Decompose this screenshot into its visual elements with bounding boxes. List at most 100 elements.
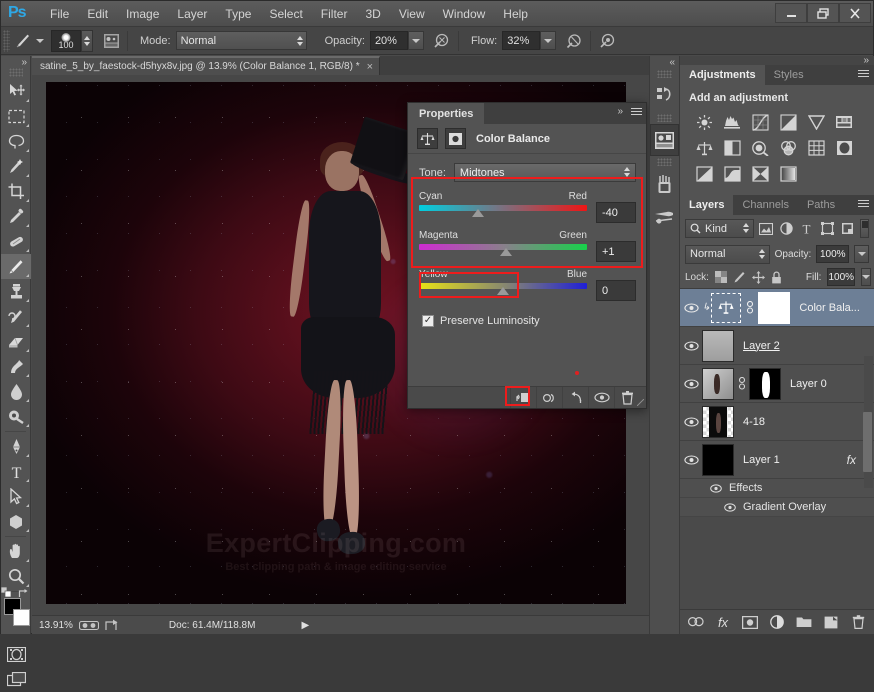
share-icon[interactable] <box>105 619 119 631</box>
slider-handle-cyan-red[interactable] <box>472 209 484 217</box>
adjustment-thumbnail[interactable] <box>711 293 741 323</box>
menu-type[interactable]: Type <box>216 1 260 27</box>
tab-channels[interactable]: Channels <box>733 195 797 215</box>
brush-size-stepper[interactable] <box>81 30 93 52</box>
close-button[interactable] <box>839 3 871 23</box>
layer-name[interactable]: Layer 0 <box>790 378 827 390</box>
tab-adjustments[interactable]: Adjustments <box>680 65 765 85</box>
threshold-icon[interactable] <box>720 162 744 186</box>
dodge-tool[interactable] <box>1 404 31 429</box>
flow-input[interactable]: 32% <box>502 31 540 50</box>
menu-window[interactable]: Window <box>434 1 495 27</box>
layer-name[interactable]: Layer 1 <box>743 454 780 466</box>
slider-value-yellow-blue[interactable]: 0 <box>596 280 636 301</box>
delete-layer-button[interactable] <box>849 613 867 631</box>
link-layers-button[interactable] <box>687 613 705 631</box>
layer-visibility-toggle[interactable] <box>680 455 702 465</box>
slider-value-cyan-red[interactable]: -40 <box>596 202 636 223</box>
panel-menu-icon[interactable] <box>631 108 642 115</box>
layers-panel-menu-icon[interactable] <box>858 200 869 207</box>
close-tab-icon[interactable]: × <box>367 61 373 73</box>
tab-properties[interactable]: Properties <box>408 103 484 124</box>
tone-select[interactable]: Midtones <box>454 163 636 182</box>
dock-collapse-button[interactable]: « <box>650 56 679 68</box>
menu-select[interactable]: Select <box>260 1 311 27</box>
tool-presets-panel-icon[interactable] <box>650 200 679 232</box>
adjustments-panel-menu-icon[interactable] <box>858 70 869 77</box>
link-mask-icon[interactable] <box>735 377 748 390</box>
filter-adjustment-icon[interactable] <box>778 219 794 238</box>
slider-track-yellow-blue[interactable] <box>419 283 587 289</box>
quick-selection-tool[interactable] <box>1 154 31 179</box>
fill-value[interactable]: 100% <box>827 268 855 286</box>
table-row[interactable]: Layer 2 <box>680 327 874 365</box>
list-item[interactable]: Effects <box>680 479 874 498</box>
path-selection-tool[interactable] <box>1 484 31 509</box>
photo-filter-icon[interactable] <box>748 136 772 160</box>
history-panel-icon[interactable] <box>650 80 679 112</box>
opacity-input[interactable]: 20% <box>370 31 408 50</box>
dock-grip-3[interactable] <box>657 158 672 166</box>
reset-button[interactable] <box>562 387 588 408</box>
layer-filter-kind-select[interactable]: Kind <box>685 219 754 238</box>
blur-tool[interactable] <box>1 379 31 404</box>
layers-scrollbar[interactable] <box>864 356 873 488</box>
layer-thumbnail[interactable] <box>702 406 734 438</box>
move-tool[interactable] <box>1 79 31 104</box>
clip-to-layer-button[interactable] <box>510 387 536 408</box>
layer-opacity-chevron-down-icon[interactable] <box>854 245 869 263</box>
healing-brush-tool[interactable] <box>1 229 31 254</box>
menu-help[interactable]: Help <box>494 1 537 27</box>
panel-collapse-row[interactable]: » <box>680 56 874 65</box>
slider-track-cyan-red[interactable] <box>419 205 587 211</box>
slider-track-magenta-green[interactable] <box>419 244 587 250</box>
layer-visibility-toggle[interactable] <box>680 379 702 389</box>
tab-styles[interactable]: Styles <box>765 65 813 85</box>
rectangular-marquee-tool[interactable] <box>1 104 31 129</box>
restore-button[interactable] <box>807 3 839 23</box>
pen-tool[interactable] <box>1 434 31 459</box>
layer-visibility-toggle[interactable] <box>680 303 702 313</box>
new-layer-button[interactable] <box>822 613 840 631</box>
document-tab[interactable]: satine_5_by_faestock-d5hyx8v.jpg @ 13.9%… <box>32 56 380 75</box>
layer-opacity-value[interactable]: 100% <box>816 245 849 263</box>
blend-mode-select[interactable]: Normal <box>176 31 307 50</box>
menu-filter[interactable]: Filter <box>312 1 357 27</box>
zoom-tool[interactable] <box>1 564 31 589</box>
filter-smart-object-icon[interactable] <box>840 219 856 238</box>
layer-blend-mode-select[interactable]: Normal <box>685 245 770 264</box>
brush-presets-panel-icon[interactable] <box>650 168 679 200</box>
layer-style-fx-button[interactable]: fx <box>714 613 732 631</box>
selective-color-icon[interactable] <box>748 162 772 186</box>
color-lookup-icon[interactable] <box>804 136 828 160</box>
brush-size-field[interactable]: 100 <box>51 30 81 52</box>
background-color-swatch[interactable] <box>13 609 30 626</box>
zoom-level[interactable]: 13.91% <box>39 620 73 631</box>
eraser-tool[interactable] <box>1 329 31 354</box>
lasso-tool[interactable] <box>1 129 31 154</box>
new-adjustment-layer-button[interactable] <box>768 613 786 631</box>
black-white-icon[interactable] <box>720 136 744 160</box>
double-arrow-right-icon[interactable]: » <box>617 106 623 117</box>
menu-3d[interactable]: 3D <box>356 1 389 27</box>
options-bar-grip[interactable] <box>3 30 10 52</box>
clone-stamp-tool[interactable] <box>1 279 31 304</box>
tools-collapse-button[interactable]: » <box>1 56 30 68</box>
gradient-map-icon[interactable] <box>776 162 800 186</box>
layer-thumbnail[interactable] <box>702 444 734 476</box>
layer-mask-thumbnail[interactable] <box>749 368 781 400</box>
table-row[interactable]: 4-18 <box>680 403 874 441</box>
add-layer-mask-button[interactable] <box>741 613 759 631</box>
shape-tool[interactable] <box>1 509 31 534</box>
flow-chevron-down-icon[interactable] <box>540 31 556 50</box>
dock-grip-2[interactable] <box>657 114 672 122</box>
eyedropper-tool[interactable] <box>1 204 31 229</box>
vibrance-icon[interactable] <box>804 110 828 134</box>
filter-pixel-icon[interactable] <box>758 219 774 238</box>
brush-preset-chevron-down-icon[interactable] <box>36 39 44 43</box>
curves-icon[interactable] <box>748 110 772 134</box>
default-colors-icon[interactable] <box>1 587 12 598</box>
brush-tool-icon[interactable] <box>10 30 36 52</box>
brush-tool[interactable] <box>1 254 31 279</box>
table-row[interactable]: ↳ Color Bala... <box>680 289 874 327</box>
